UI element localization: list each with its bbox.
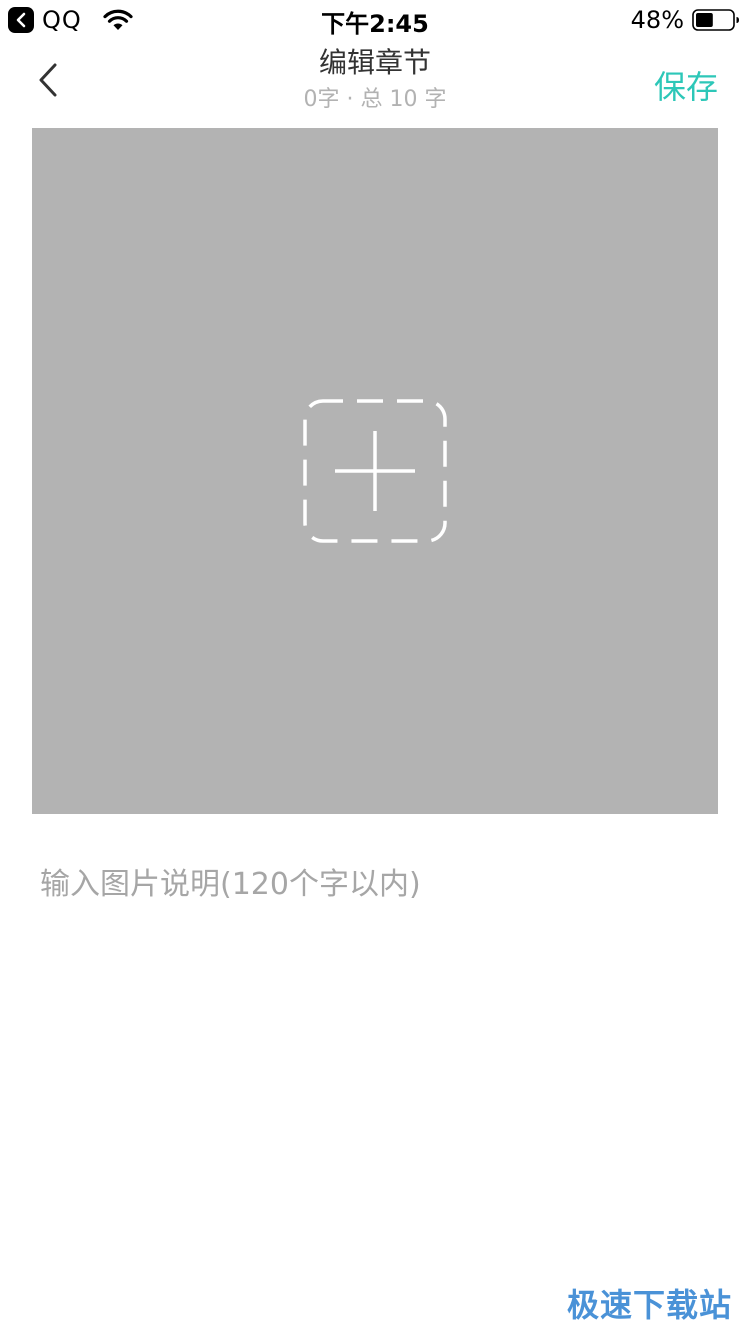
watermark: 极速下载站 (566, 1286, 732, 1324)
status-bar: QQ 下午2:45 48% (0, 0, 750, 40)
image-upload-area[interactable] (32, 128, 718, 814)
add-image-icon (303, 399, 447, 543)
battery-icon (692, 9, 740, 31)
nav-title-group: 编辑章节 0字 · 总 10 字 (0, 44, 750, 116)
nav-bar: 编辑章节 0字 · 总 10 字 保存 (0, 40, 750, 124)
battery-percentage: 48% (630, 6, 684, 34)
page: QQ 下午2:45 48% 编辑章节 0字 · 总 10 字 保存 输入图片说明… (0, 0, 750, 1334)
save-button[interactable]: 保存 (654, 62, 718, 108)
status-right: 48% (631, 6, 740, 34)
word-count: 0字 · 总 10 字 (303, 87, 447, 112)
page-title: 编辑章节 (318, 46, 431, 79)
image-caption-input[interactable] (40, 856, 710, 912)
